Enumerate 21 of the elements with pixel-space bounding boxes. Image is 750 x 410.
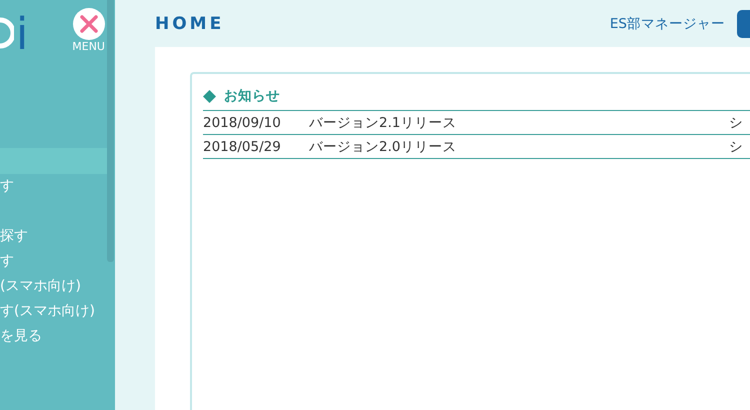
diamond-icon [203,90,216,102]
sidebar-item[interactable]: す [0,249,107,274]
close-icon [72,8,105,40]
logo-text: i [16,10,28,60]
notice-date: 2018/05/29 [203,138,282,154]
sidebar-item[interactable]: す [0,174,107,199]
menu-close-button[interactable]: MENU [72,8,105,100]
notice-subject[interactable]: バージョン2.0リリース [309,138,729,156]
notice-category: シ [729,138,743,156]
notice-subject[interactable]: バージョン2.1リリース [309,114,729,132]
notice-category: シ [729,114,743,132]
scrollbar[interactable] [107,0,114,262]
sidebar-item[interactable] [0,148,107,174]
notice-title: お知らせ [224,87,280,105]
sidebar-item[interactable]: を見る [0,324,107,349]
notice-date: 2018/09/10 [203,114,282,130]
user-name: ES部マネージャー [610,14,725,32]
page-title: HOME [155,14,224,34]
sidebar-item[interactable]: (スマホ向け) [0,274,107,299]
sidebar-item[interactable]: 探す [0,224,107,249]
sidebar-item[interactable]: す(スマホ向け) [0,299,107,324]
